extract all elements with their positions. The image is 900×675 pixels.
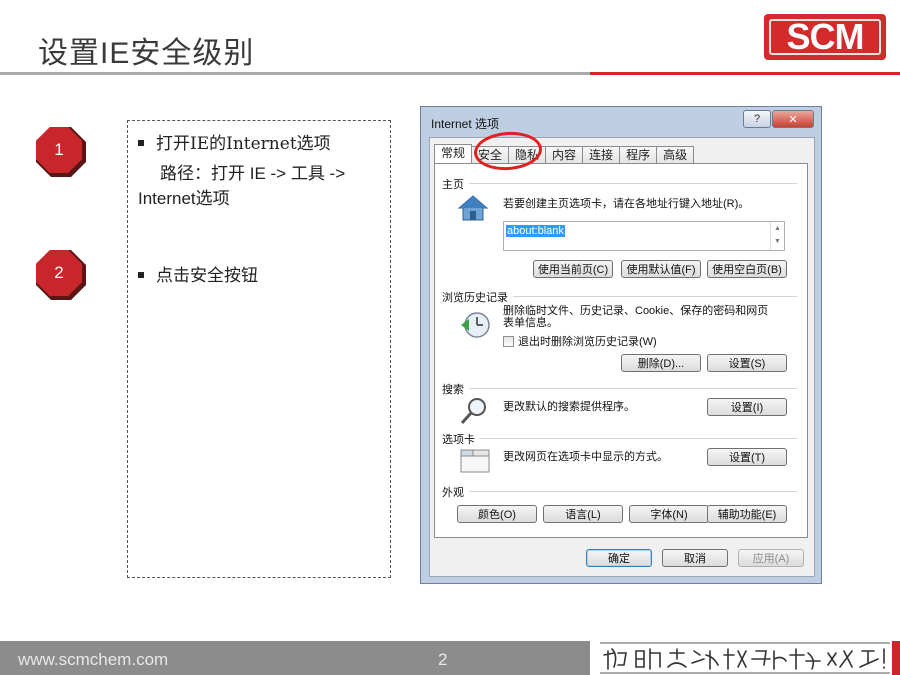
languages-button[interactable]: 语言(L) <box>543 505 623 523</box>
step-2-label: 点击安全按钮 <box>156 266 258 286</box>
help-button[interactable]: ? <box>743 110 771 128</box>
url-field-scrollbar[interactable]: ▲ ▼ <box>770 222 784 250</box>
history-clock-icon <box>461 312 490 338</box>
delete-history-button[interactable]: 删除(D)... <box>621 354 701 372</box>
tab-bar: 常规 安全 隐私 内容 连接 程序 高级 <box>434 144 695 164</box>
instructions-box: 打开IE的Internet选项 路径：打开 IE -> 工具 -> Intern… <box>127 120 391 578</box>
tabs-settings-button[interactable]: 设置(T) <box>707 448 787 466</box>
tabs-section-label: 选项卡 <box>442 434 475 446</box>
history-description-line2: 表单信息。 <box>503 317 558 329</box>
search-description: 更改默认的搜索提供程序。 <box>503 401 635 413</box>
tab-connections[interactable]: 连接 <box>582 146 621 164</box>
close-button[interactable]: ✕ <box>772 110 814 128</box>
logo-text: SCM <box>786 16 865 57</box>
tab-programs[interactable]: 程序 <box>619 146 658 164</box>
accessibility-button[interactable]: 辅助功能(E) <box>707 505 787 523</box>
use-default-button[interactable]: 使用默认值(F) <box>621 260 701 278</box>
ok-button[interactable]: 确定 <box>586 549 652 567</box>
search-icon <box>460 398 486 425</box>
section-divider <box>469 491 797 492</box>
header-accent-divider <box>590 72 900 75</box>
dialog-body: 常规 安全 隐私 内容 连接 程序 高级 主页 若要创建主页选项卡，请在各地址行… <box>429 137 815 577</box>
cancel-button[interactable]: 取消 <box>662 549 728 567</box>
step-1-label: 打开IE的Internet选项 <box>156 134 331 154</box>
delete-on-exit-label: 退出时删除浏览历史记录(W) <box>518 336 657 348</box>
bullet-square <box>138 271 144 278</box>
tabs-description: 更改网页在选项卡中显示的方式。 <box>503 451 668 463</box>
home-section-label: 主页 <box>442 179 464 191</box>
header-divider <box>0 72 590 75</box>
tab-general[interactable]: 常规 <box>434 144 473 164</box>
tab-advanced[interactable]: 高级 <box>656 146 695 164</box>
history-description-line1: 删除临时文件、历史记录、Cookie、保存的密码和网页 <box>503 305 769 317</box>
page-title: 设置IE安全级别 <box>38 37 255 70</box>
dialog-title: Internet 选项 <box>431 117 500 131</box>
history-settings-button[interactable]: 设置(S) <box>707 354 787 372</box>
handwritten-slogan <box>600 642 890 674</box>
history-section-label: 浏览历史记录 <box>442 292 508 304</box>
step-1-text: 打开IE的Internet选项 <box>138 129 331 154</box>
fonts-button[interactable]: 字体(N) <box>629 505 709 523</box>
home-url-field[interactable]: about:blank ▲ ▼ <box>503 221 785 251</box>
section-divider <box>469 183 797 184</box>
home-url-value: about:blank <box>506 225 565 237</box>
appearance-section-label: 外观 <box>442 487 464 499</box>
home-icon <box>457 195 489 221</box>
search-section-label: 搜索 <box>442 384 464 396</box>
use-current-button[interactable]: 使用当前页(C) <box>533 260 613 278</box>
tabs-icon <box>460 449 490 473</box>
delete-on-exit-checkbox[interactable] <box>503 336 514 347</box>
general-tab-panel: 主页 若要创建主页选项卡，请在各地址行键入地址(R)。 about:blank … <box>434 163 808 538</box>
page-number: 2 <box>438 650 448 669</box>
section-divider <box>479 438 797 439</box>
section-divider <box>513 296 797 297</box>
apply-button[interactable]: 应用(A) <box>738 549 804 567</box>
step-1-path-line1: 路径：打开 IE -> 工具 -> <box>160 164 346 183</box>
use-blank-button[interactable]: 使用空白页(B) <box>707 260 787 278</box>
scm-logo: SCM <box>764 14 886 60</box>
colors-button[interactable]: 颜色(O) <box>457 505 537 523</box>
bullet-square <box>138 139 144 146</box>
step-2-text: 点击安全按钮 <box>138 261 258 286</box>
internet-options-dialog: Internet 选项 ? ✕ 常规 安全 隐私 内容 连接 程序 高级 主页 … <box>420 106 822 584</box>
search-settings-button[interactable]: 设置(I) <box>707 398 787 416</box>
home-description: 若要创建主页选项卡，请在各地址行键入地址(R)。 <box>503 198 750 210</box>
tab-content[interactable]: 内容 <box>545 146 584 164</box>
footer-accent <box>892 641 900 675</box>
section-divider <box>469 388 797 389</box>
footer-url: www.scmchem.com <box>18 650 169 669</box>
step-1-path-line2: Internet选项 <box>138 189 230 208</box>
